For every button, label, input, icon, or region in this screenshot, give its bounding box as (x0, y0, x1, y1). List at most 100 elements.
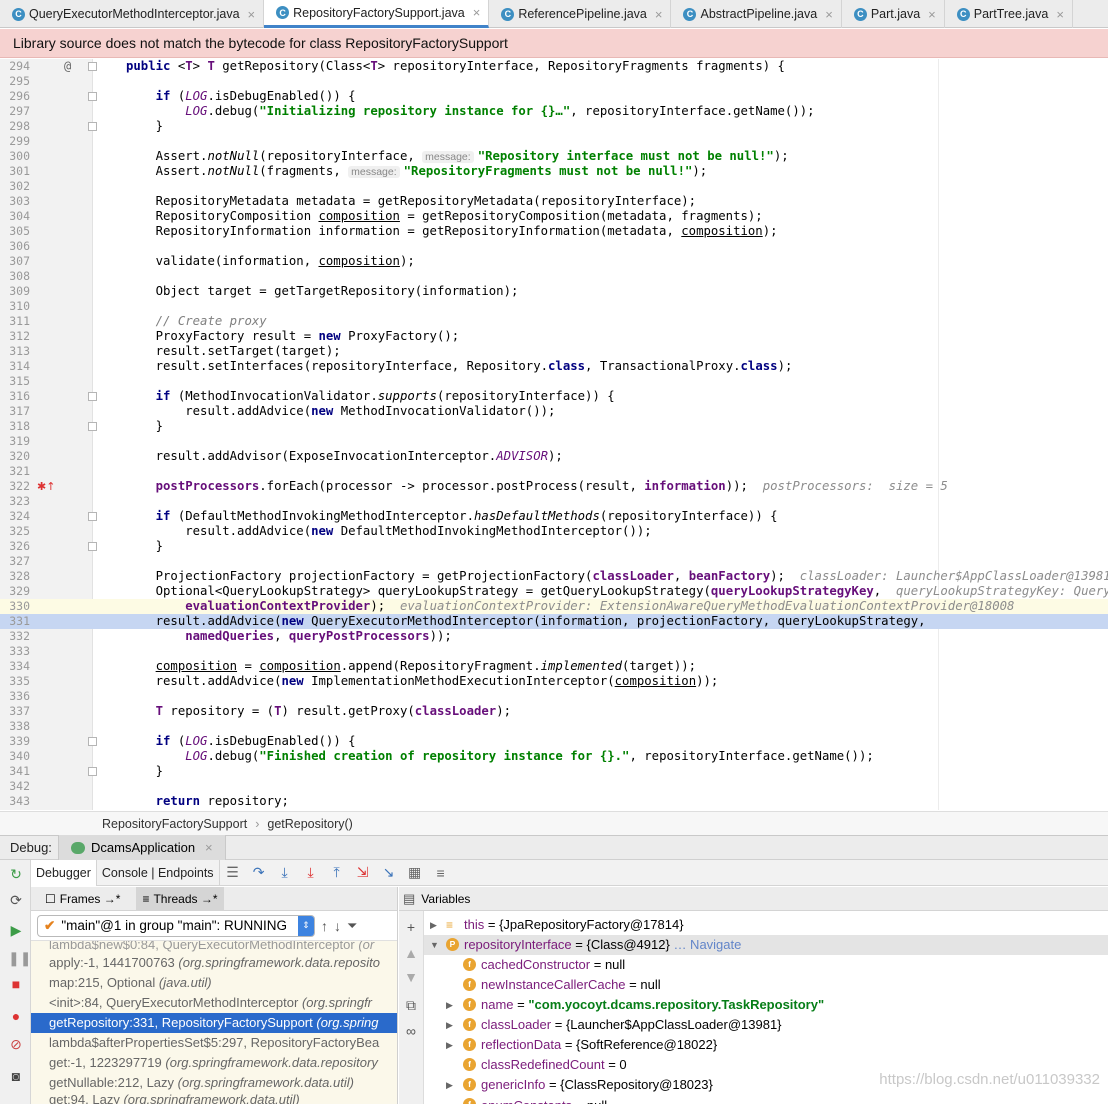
code-line-337[interactable]: 337 T repository = (T) result.getProxy(c… (0, 704, 1108, 719)
override-marker-icon[interactable]: @ (64, 59, 71, 74)
code-line-318[interactable]: 318 } (0, 419, 1108, 434)
code-line-325[interactable]: 325 result.addAdvice(new DefaultMethodIn… (0, 524, 1108, 539)
code-line-312[interactable]: 312 ProxyFactory result = new ProxyFacto… (0, 329, 1108, 344)
code-line-329[interactable]: 329 Optional<QueryLookupStrategy> queryL… (0, 584, 1108, 599)
tab-console-endpoints[interactable]: Console | Endpoints (97, 859, 220, 886)
code-line-305[interactable]: 305 RepositoryInformation information = … (0, 224, 1108, 239)
code-line-295[interactable]: 295 (0, 74, 1108, 89)
stack-frame[interactable]: lambda$afterPropertiesSet$5:297, Reposit… (31, 1033, 397, 1053)
code-line-303[interactable]: 303 RepositoryMetadata metadata = getRep… (0, 194, 1108, 209)
add-watch-icon[interactable]: + (403, 919, 419, 935)
code-line-320[interactable]: 320 result.addAdvisor(ExposeInvocationIn… (0, 449, 1108, 464)
rerun-icon[interactable]: ↻ (8, 866, 24, 882)
close-icon[interactable]: × (248, 7, 256, 22)
code-line-321[interactable]: 321 (0, 464, 1108, 479)
fold-marker-icon[interactable] (88, 392, 97, 401)
restart-icon[interactable]: ⟳ (8, 892, 24, 908)
tab-part[interactable]: C Part.java × (842, 0, 945, 28)
stop-icon[interactable]: ■ (8, 976, 24, 992)
stack-frame[interactable]: lambda$new$0:84, QueryExecutorMethodInte… (31, 941, 397, 953)
close-icon[interactable]: × (473, 5, 481, 20)
tab-debugger[interactable]: Debugger (31, 859, 97, 886)
run-to-cursor-icon[interactable]: ↘ (376, 864, 402, 881)
copy-icon[interactable]: ⧉ (403, 997, 419, 1014)
fold-marker-icon[interactable] (88, 422, 97, 431)
code-line-308[interactable]: 308 (0, 269, 1108, 284)
code-line-338[interactable]: 338 (0, 719, 1108, 734)
pause-icon[interactable]: ❚❚ (8, 950, 31, 966)
fold-marker-icon[interactable] (88, 542, 97, 551)
view-breakpoints-icon[interactable]: ● (8, 1008, 24, 1024)
close-icon[interactable]: × (1056, 7, 1064, 22)
breadcrumb-method[interactable]: getRepository() (267, 817, 352, 831)
step-into-icon[interactable]: ⤓ (272, 864, 298, 881)
camera-icon[interactable]: ◙ (8, 1068, 24, 1084)
code-line-304[interactable]: 304 RepositoryComposition composition = … (0, 209, 1108, 224)
code-line-334[interactable]: 334 composition = composition.append(Rep… (0, 659, 1108, 674)
code-line-323[interactable]: 323 (0, 494, 1108, 509)
code-line-311[interactable]: 311 // Create proxy (0, 314, 1108, 329)
tab-part-tree[interactable]: C PartTree.java × (945, 0, 1073, 28)
close-icon[interactable]: × (928, 7, 936, 22)
tab-reference-pipeline[interactable]: C ReferencePipeline.java × (489, 0, 672, 28)
menu-icon[interactable]: ☰ (220, 864, 246, 881)
code-line-330[interactable]: 330 evaluationContextProvider); evaluati… (0, 599, 1108, 614)
code-line-302[interactable]: 302 (0, 179, 1108, 194)
variable-row-reflection-data[interactable]: ▶ f reflectionData = {SoftReference@18022} (424, 1035, 1108, 1055)
close-icon[interactable]: × (655, 7, 663, 22)
fold-marker-icon[interactable] (88, 737, 97, 746)
code-line-340[interactable]: 340 LOG.debug("Finished creation of repo… (0, 749, 1108, 764)
breakpoint-icon[interactable]: ✱↑ (37, 479, 55, 494)
variable-row-cached-constructor[interactable]: f cachedConstructor = null (424, 955, 1108, 975)
fold-marker-icon[interactable] (88, 62, 97, 71)
code-line-314[interactable]: 314 result.setInterfaces(repositoryInter… (0, 359, 1108, 374)
code-line-300[interactable]: 300 Assert.notNull(repositoryInterface, … (0, 149, 1108, 164)
code-line-336[interactable]: 336 (0, 689, 1108, 704)
stack-frame-selected[interactable]: getRepository:331, RepositoryFactorySupp… (31, 1013, 397, 1033)
filter-icon[interactable]: ⏷ (347, 918, 357, 934)
tab-frames[interactable]: ☐ Frames →* (39, 887, 126, 911)
breadcrumb-class[interactable]: RepositoryFactorySupport (102, 817, 247, 831)
code-line-297[interactable]: 297 LOG.debug("Initializing repository i… (0, 104, 1108, 119)
step-out-icon[interactable]: ⤒ (324, 864, 350, 881)
code-line-316[interactable]: 316 if (MethodInvocationValidator.suppor… (0, 389, 1108, 404)
stack-frame[interactable]: get:94, Lazy (org.springframework.data.u… (31, 1093, 397, 1104)
stack-frame[interactable]: apply:-1, 1441700763 (org.springframewor… (31, 953, 397, 973)
force-step-into-icon[interactable]: ⤓ (298, 864, 324, 881)
move-down-icon[interactable]: ▼ (403, 969, 419, 985)
expand-triangle-icon[interactable]: ▶ (446, 1075, 453, 1095)
code-line-332[interactable]: 332 namedQueries, queryPostProcessors)); (0, 629, 1108, 644)
expand-triangle-icon[interactable]: ▶ (430, 915, 437, 935)
fold-marker-icon[interactable] (88, 512, 97, 521)
trace-icon[interactable]: ≡ (428, 865, 454, 881)
code-line-307[interactable]: 307 validate(information, composition); (0, 254, 1108, 269)
code-line-328[interactable]: 328 ProjectionFactory projectionFactory … (0, 569, 1108, 584)
code-line-298[interactable]: 298 } (0, 119, 1108, 134)
stack-frame[interactable]: <init>:84, QueryExecutorMethodIntercepto… (31, 993, 397, 1013)
expand-triangle-icon[interactable]: ▶ (446, 1035, 453, 1055)
code-line-319[interactable]: 319 (0, 434, 1108, 449)
code-line-299[interactable]: 299 (0, 134, 1108, 149)
thread-dropdown[interactable]: ✔ "main"@1 in group "main": RUNNING ⇕ (37, 914, 315, 937)
expand-triangle-icon[interactable]: ▶ (446, 995, 453, 1015)
expand-triangle-icon[interactable]: ▶ (446, 1015, 453, 1035)
stack-frame[interactable]: get:-1, 1223297719 (org.springframework.… (31, 1053, 397, 1073)
evaluate-expression-icon[interactable]: ▦ (402, 864, 428, 881)
code-line-317[interactable]: 317 result.addAdvice(new MethodInvocatio… (0, 404, 1108, 419)
code-line-296[interactable]: 296 if (LOG.isDebugEnabled()) { (0, 89, 1108, 104)
fold-marker-icon[interactable] (88, 92, 97, 101)
code-line-331-execution-point[interactable]: 331 result.addAdvice(new QueryExecutorMe… (0, 614, 1108, 629)
code-line-335[interactable]: 335 result.addAdvice(new ImplementationM… (0, 674, 1108, 689)
code-line-306[interactable]: 306 (0, 239, 1108, 254)
code-editor[interactable]: 294 @ public <T> T getRepository(Class<T> … (0, 59, 1108, 810)
code-line-315[interactable]: 315 (0, 374, 1108, 389)
collapse-triangle-icon[interactable]: ▼ (430, 935, 439, 955)
code-line-313[interactable]: 313 result.setTarget(target); (0, 344, 1108, 359)
variable-row-new-instance-caller-cache[interactable]: f newInstanceCallerCache = null (424, 975, 1108, 995)
tab-repository-factory-support[interactable]: C RepositoryFactorySupport.java × (264, 0, 490, 28)
glasses-icon[interactable]: ∞ (403, 1023, 419, 1039)
move-up-icon[interactable]: ▲ (403, 945, 419, 961)
tab-threads[interactable]: ≡ Threads →* (136, 886, 224, 911)
step-over-icon[interactable]: ↷ (246, 864, 272, 881)
code-line-324[interactable]: 324 if (DefaultMethodInvokingMethodInter… (0, 509, 1108, 524)
